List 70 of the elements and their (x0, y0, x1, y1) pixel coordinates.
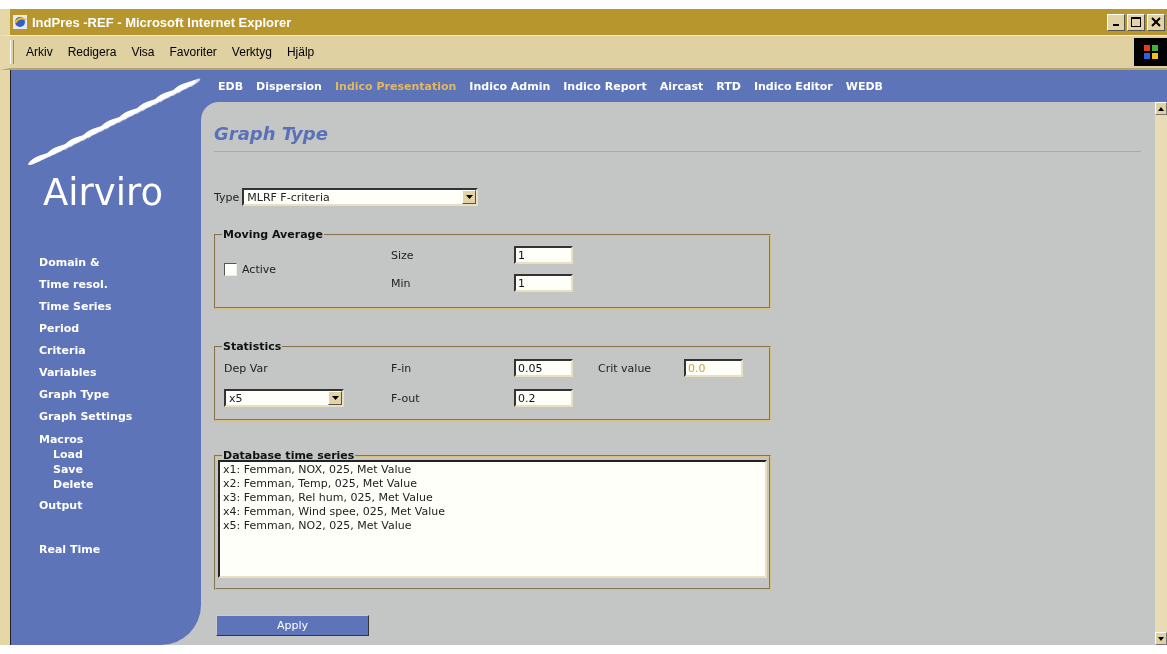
field-label: Crit value (598, 361, 653, 375)
sidebar-sublink[interactable]: Load (53, 447, 83, 462)
input-field[interactable]: 0.05 (514, 359, 573, 377)
close-button[interactable] (1147, 13, 1165, 31)
field-label: F-out (391, 391, 421, 405)
sidebar-link[interactable]: Graph Type (39, 384, 110, 406)
minimize-button[interactable] (1107, 13, 1125, 31)
field-label: Min (391, 276, 412, 290)
list-item[interactable]: x2: Femman, Temp, 025, Met Value (223, 477, 762, 491)
scroll-down-button[interactable] (1155, 632, 1167, 645)
sidebar-link[interactable]: Output (39, 495, 83, 517)
input-field[interactable]: 0.2 (514, 389, 573, 407)
nav-tab[interactable]: Indico Presentation (334, 79, 457, 93)
nav-tab[interactable]: Indico Admin (469, 79, 551, 93)
nav-tab[interactable]: EDB (218, 79, 244, 93)
menu-item[interactable]: Redigera (67, 45, 117, 59)
nav-tab[interactable]: RTD (716, 79, 741, 93)
maximize-button[interactable] (1127, 13, 1145, 31)
nav-tab[interactable]: Indico Editor (753, 79, 833, 93)
sidebar-link[interactable]: Real Time (39, 539, 101, 561)
nav-tab[interactable]: WEDB (845, 79, 883, 93)
checkbox-label: Active (242, 262, 277, 276)
group-title: Database time series (222, 449, 356, 462)
sidebar-sublink[interactable]: Delete (53, 477, 94, 492)
sidebar-link[interactable]: Graph Settings (39, 406, 133, 428)
input-field[interactable]: 1 (514, 274, 573, 292)
menu-item[interactable]: Arkiv (26, 45, 53, 59)
scroll-up-button[interactable] (1155, 102, 1167, 115)
menu-item[interactable]: Favoriter (169, 45, 217, 59)
close-icon (1151, 17, 1161, 27)
menu-item[interactable]: Verktyg (231, 45, 272, 59)
maximize-icon (1131, 17, 1141, 27)
checkbox[interactable] (224, 262, 237, 276)
field-label: F-in (391, 361, 413, 375)
window-title: IndPres -REF - Microsoft Internet Explorer (32, 14, 293, 30)
down-arrow-icon (1158, 636, 1164, 641)
sidebar-link[interactable]: Variables (39, 362, 97, 384)
input-field[interactable]: 1 (514, 246, 573, 264)
dropdown-arrow-icon (331, 396, 339, 400)
field-label: Type (214, 190, 240, 204)
page-heading: Graph Type (214, 122, 328, 146)
group-title: Statistics (222, 340, 283, 353)
type-select[interactable]: MLRF F-criteria (242, 188, 479, 206)
menu-item[interactable]: Hjälp (286, 45, 315, 59)
list-item[interactable]: x5: Femman, NO2, 025, Met Value (223, 519, 762, 533)
apply-button[interactable]: Apply (216, 615, 369, 636)
sidebar-link[interactable]: Macros (39, 432, 84, 447)
list-item[interactable]: x1: Femman, NOX, 025, Met Value (223, 463, 762, 477)
list-item[interactable]: x3: Femman, Rel hum, 025, Met Value (223, 491, 762, 505)
sidebar-link[interactable]: Time resol. (39, 274, 108, 296)
nav-tab[interactable]: Dispersion (256, 79, 322, 93)
dropdown-arrow-icon (465, 195, 473, 199)
sidebar-link[interactable]: Domain & (39, 252, 100, 274)
sidebar-link[interactable]: Criteria (39, 340, 86, 362)
nav-tab[interactable]: Aircast (659, 79, 704, 93)
group-title: Moving Average (222, 228, 324, 241)
up-arrow-icon (1158, 106, 1164, 111)
sidebar-sublink[interactable]: Save (53, 462, 83, 477)
nav-tab[interactable]: Indico Report (563, 79, 647, 93)
flag-logo-icon (1134, 38, 1167, 66)
brand-name: Airviro (43, 171, 163, 215)
menu-item[interactable]: Visa (131, 45, 155, 59)
dep-var-select[interactable]: x5 (224, 389, 344, 407)
browser-icon (12, 14, 28, 30)
series-listbox[interactable]: x1: Femman, NOX, 025, Met Value x2: Femman, Temp, 025, Met Value x3: Femman, Rel hum, 025, Met Value x4: Femman, Wind spee, 025, Met Value x5: Femman, NO2, 025, Met Value (218, 460, 767, 578)
field-label: Dep Var (224, 361, 269, 375)
sidebar-link[interactable]: Time Series (39, 296, 112, 318)
field-label: Size (391, 248, 415, 262)
list-item[interactable]: x4: Femman, Wind spee, 025, Met Value (223, 505, 762, 519)
sidebar-link[interactable]: Period (39, 318, 80, 340)
